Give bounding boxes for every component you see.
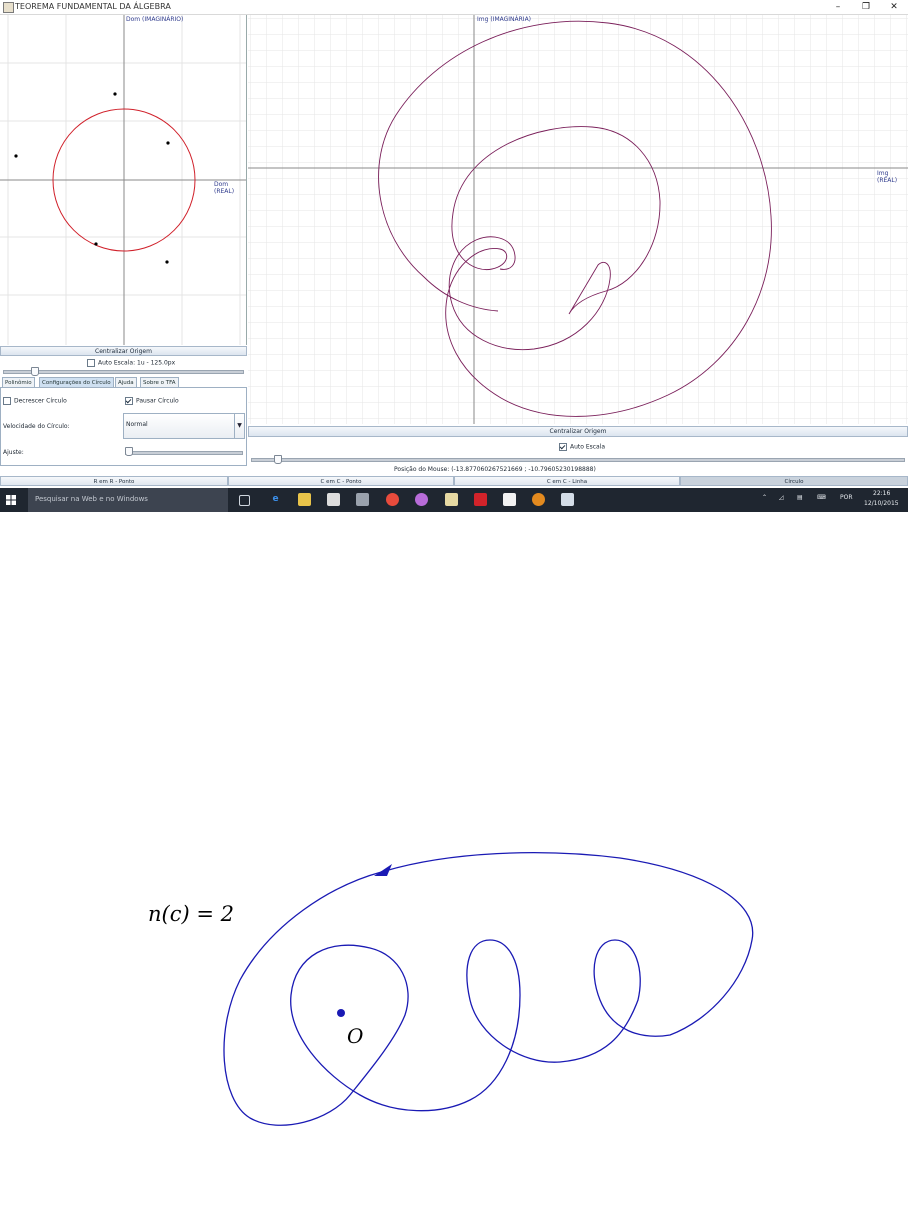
photos-icon[interactable] bbox=[415, 493, 428, 506]
mode-tab-bar: R em R - Ponto C em C - Ponto C em C - L… bbox=[0, 476, 908, 486]
domain-plot[interactable]: Dom (IMAGINÁRIO) Dom (REAL) bbox=[0, 15, 247, 345]
image-zoom-slider-thumb[interactable] bbox=[274, 455, 282, 464]
image-plot-canvas[interactable] bbox=[248, 15, 908, 424]
taskbar-search-box[interactable]: Pesquisar na Web e no Windows bbox=[28, 488, 228, 512]
domain-center-origin-button[interactable]: Centralizar Origem bbox=[0, 346, 247, 356]
close-button[interactable]: ✕ bbox=[880, 0, 908, 14]
task-view-icon[interactable] bbox=[239, 495, 250, 506]
domain-plot-canvas[interactable] bbox=[0, 15, 247, 345]
pause-circle-checkbox[interactable]: Pausar Círculo bbox=[125, 397, 179, 405]
tab-ajuda[interactable]: Ajuda bbox=[115, 377, 137, 387]
show-hidden-icons-chevron-icon[interactable]: ⌃ bbox=[762, 494, 767, 501]
winding-number-figure: n(c) = 2 O bbox=[148, 852, 754, 1126]
image-x-axis-label: Img (REAL) bbox=[877, 170, 898, 184]
tex-editor-icon[interactable] bbox=[445, 493, 458, 506]
domain-x-axis-label: Dom (REAL) bbox=[214, 181, 235, 195]
decrease-circle-label: Decrescer Círculo bbox=[14, 397, 67, 405]
adjust-slider-thumb[interactable] bbox=[125, 447, 133, 456]
clock-date[interactable]: 12/10/2015 bbox=[864, 500, 899, 507]
image-center-origin-button[interactable]: Centralizar Origem bbox=[248, 426, 908, 437]
keyboard-icon[interactable]: ⌨ bbox=[817, 494, 826, 501]
mode-tab-r-em-r-ponto[interactable]: R em R - Ponto bbox=[0, 476, 228, 486]
edge-browser-icon[interactable]: e bbox=[269, 493, 282, 506]
tab-sobre-tfa[interactable]: Sobre o TFA bbox=[140, 377, 179, 387]
tab-polinomio[interactable]: Polinômio bbox=[2, 377, 35, 387]
domain-y-axis-label: Dom (IMAGINÁRIO) bbox=[126, 16, 184, 23]
application-window: TEOREMA FUNDAMENTAL DA ÁLGEBRA – ❐ ✕ Dom… bbox=[0, 0, 908, 512]
windows-start-icon[interactable] bbox=[6, 495, 16, 505]
firefox-icon[interactable] bbox=[532, 493, 545, 506]
image-grid bbox=[248, 15, 908, 424]
store-icon[interactable] bbox=[327, 493, 340, 506]
circle-speed-label: Velocidade do Círculo: bbox=[3, 423, 70, 430]
image-zoom-slider[interactable] bbox=[251, 458, 905, 462]
mode-tab-c-em-c-linha[interactable]: C em C - Linha bbox=[454, 476, 680, 486]
decrease-circle-checkbox-box[interactable] bbox=[3, 397, 11, 405]
circle-point bbox=[94, 242, 98, 246]
restore-button[interactable]: ❐ bbox=[852, 0, 880, 14]
java-app-icon bbox=[3, 2, 14, 13]
notifications-icon[interactable]: ▤ bbox=[797, 494, 803, 501]
file-explorer-icon[interactable] bbox=[298, 493, 311, 506]
polynomial-root bbox=[165, 260, 169, 264]
image-auto-scale-checkbox[interactable]: Auto Escala bbox=[559, 443, 605, 451]
document-icon[interactable] bbox=[503, 493, 516, 506]
image-auto-scale-label: Auto Escala bbox=[570, 443, 606, 451]
origin-point bbox=[337, 1009, 345, 1017]
domain-zoom-slider[interactable] bbox=[3, 370, 244, 374]
acrobat-reader-icon[interactable] bbox=[474, 493, 487, 506]
decrease-circle-checkbox[interactable]: Decrescer Círculo bbox=[3, 397, 67, 405]
pause-circle-label: Pausar Círculo bbox=[136, 397, 179, 405]
circle-speed-value: Normal bbox=[126, 421, 148, 428]
domain-auto-scale-checkbox[interactable]: Auto Escala: 1u - 125.0px bbox=[87, 359, 175, 367]
network-icon[interactable]: ◿ bbox=[779, 494, 784, 501]
domain-auto-scale-label: Auto Escala: 1u - 125.0px bbox=[98, 359, 176, 367]
image-y-axis-label: Img (IMAGINÁRIA) bbox=[477, 16, 532, 23]
title-bar: TEOREMA FUNDAMENTAL DA ÁLGEBRA – ❐ ✕ bbox=[0, 0, 908, 15]
calculator-icon[interactable] bbox=[356, 493, 369, 506]
image-plot[interactable]: Img (IMAGINÁRIA) Img (REAL) bbox=[248, 15, 908, 424]
adjust-slider[interactable] bbox=[125, 451, 243, 455]
chrome-browser-icon[interactable] bbox=[386, 493, 399, 506]
chevron-down-icon[interactable]: ▼ bbox=[234, 414, 244, 438]
polynomial-root bbox=[14, 154, 18, 158]
mouse-position-readout: Posição do Mouse: (-13.877060267521669 ;… bbox=[394, 466, 596, 473]
image-auto-scale-checkbox-box[interactable] bbox=[559, 443, 567, 451]
circle-speed-select[interactable]: Normal ▼ bbox=[123, 413, 245, 439]
clock-time[interactable]: 22:16 bbox=[873, 490, 890, 497]
domain-zoom-slider-thumb[interactable] bbox=[31, 367, 39, 376]
winding-number-label: n(c) = 2 bbox=[148, 902, 234, 926]
mode-tab-circulo[interactable]: Círculo bbox=[680, 476, 908, 486]
windows-taskbar: Pesquisar na Web e no Windows e ⌃ ◿ ▤ ⌨ … bbox=[0, 488, 908, 512]
window-title: TEOREMA FUNDAMENTAL DA ÁLGEBRA bbox=[15, 2, 171, 11]
polynomial-root bbox=[166, 141, 170, 145]
tab-configuracoes-circulo[interactable]: Configurações do Círculo bbox=[39, 377, 114, 387]
direction-arrow-icon bbox=[374, 864, 392, 876]
auto-scale-checkbox-box[interactable] bbox=[87, 359, 95, 367]
language-indicator[interactable]: POR bbox=[840, 494, 853, 501]
pause-circle-checkbox-box[interactable] bbox=[125, 397, 133, 405]
winding-curve bbox=[223, 852, 754, 1126]
mode-tab-c-em-c-ponto[interactable]: C em C - Ponto bbox=[228, 476, 454, 486]
minimize-button[interactable]: – bbox=[824, 0, 852, 14]
adjust-label: Ajuste: bbox=[3, 449, 24, 456]
taskbar-search-placeholder: Pesquisar na Web e no Windows bbox=[35, 495, 148, 503]
java-app-taskbar-icon[interactable] bbox=[561, 493, 574, 506]
polynomial-root bbox=[113, 92, 117, 96]
origin-label: O bbox=[347, 1024, 363, 1048]
